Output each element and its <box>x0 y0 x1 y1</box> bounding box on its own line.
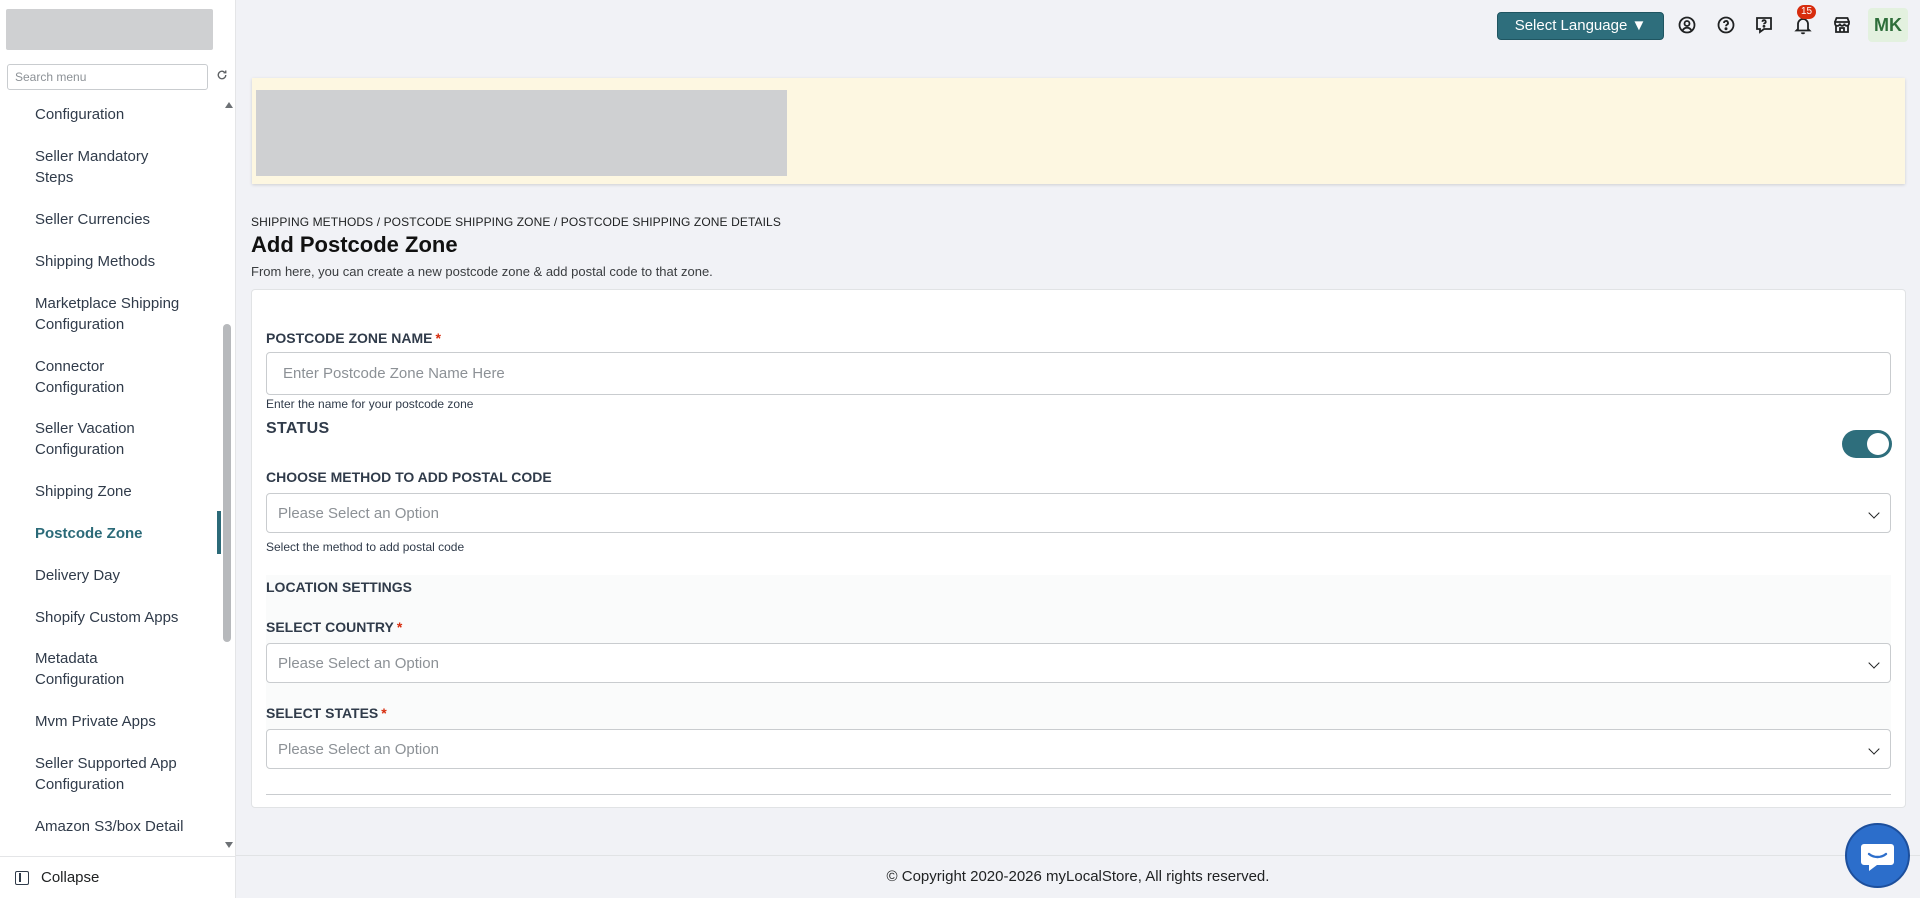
zone-name-label: POSTCODE ZONE NAME * <box>266 330 441 346</box>
required-marker: * <box>396 619 403 635</box>
chevron-down-icon <box>1868 657 1880 669</box>
collapse-label: Collapse <box>41 869 100 886</box>
sidebar-item-configuration[interactable]: Configuration <box>35 104 185 125</box>
page-title: Add Postcode Zone <box>251 232 458 257</box>
sidebar-scrollbar[interactable] <box>222 98 233 848</box>
collapse-button[interactable]: Collapse <box>0 856 236 898</box>
sidebar: Configuration Seller Mandatory Steps Sel… <box>0 0 236 898</box>
store-icon[interactable] <box>1830 13 1854 37</box>
country-label: SELECT COUNTRY * <box>266 619 402 635</box>
sidebar-item-mvm-private-apps[interactable]: Mvm Private Apps <box>35 711 185 732</box>
sidebar-item-shipping-methods[interactable]: Shipping Methods <box>35 251 185 272</box>
sidebar-item-seller-currencies[interactable]: Seller Currencies <box>35 209 185 230</box>
country-select[interactable]: Please Select an Option <box>266 643 1891 683</box>
page-subtitle: From here, you can create a new postcode… <box>251 264 713 279</box>
states-label-text: SELECT STATES <box>266 705 379 721</box>
search-menu-input[interactable] <box>7 64 208 90</box>
sidebar-item-postcode-zone[interactable]: Postcode Zone <box>35 523 185 544</box>
logo-placeholder <box>6 9 213 50</box>
announcement-banner <box>252 78 1905 184</box>
scrollbar-thumb[interactable] <box>223 324 231 642</box>
chat-button[interactable] <box>1845 823 1910 888</box>
method-select-placeholder: Please Select an Option <box>278 505 439 522</box>
sidebar-item-connector-configuration[interactable]: Connector Configuration <box>35 356 185 398</box>
country-select-placeholder: Please Select an Option <box>278 655 439 672</box>
avatar[interactable]: MK <box>1868 8 1908 42</box>
status-label: STATUS <box>266 420 330 437</box>
states-label: SELECT STATES * <box>266 705 387 721</box>
toggle-knob <box>1867 433 1889 455</box>
zone-name-label-text: POSTCODE ZONE NAME <box>266 330 433 346</box>
sidebar-item-seller-supported-app-configuration[interactable]: Seller Supported App Configuration <box>35 753 185 795</box>
postal-code-method-select[interactable]: Please Select an Option <box>266 493 1891 533</box>
scroll-down-arrow-icon[interactable] <box>225 842 233 848</box>
sidebar-item-amazon-s3-box-detail[interactable]: Amazon S3/box Detail <box>35 816 185 837</box>
country-label-text: SELECT COUNTRY <box>266 619 394 635</box>
select-language-button[interactable]: Select Language ▼ <box>1497 12 1664 40</box>
divider <box>266 794 1891 795</box>
location-settings-title: LOCATION SETTINGS <box>266 579 412 595</box>
states-select-placeholder: Please Select an Option <box>278 741 439 758</box>
chat-icon <box>1861 844 1894 871</box>
postcode-zone-name-input[interactable] <box>266 352 1891 395</box>
sidebar-item-delivery-day[interactable]: Delivery Day <box>35 565 185 586</box>
zone-name-help: Enter the name for your postcode zone <box>266 397 474 411</box>
sidebar-item-metadata-configuration[interactable]: Metadata Configuration <box>35 648 185 690</box>
user-circle-icon[interactable] <box>1675 13 1699 37</box>
feedback-icon[interactable] <box>1752 13 1776 37</box>
sidebar-item-marketplace-shipping-configuration[interactable]: Marketplace Shipping Configuration <box>35 293 185 335</box>
chevron-down-icon <box>1868 743 1880 755</box>
active-item-indicator <box>217 511 221 554</box>
notification-badge: 15 <box>1797 5 1816 19</box>
sidebar-item-seller-vacation-configuration[interactable]: Seller Vacation Configuration <box>35 418 185 460</box>
help-icon[interactable] <box>1714 13 1738 37</box>
footer-copyright: © Copyright 2020-2026 myLocalStore, All … <box>236 855 1920 898</box>
sidebar-collapse-icon <box>15 870 29 885</box>
banner-image-placeholder <box>256 90 787 176</box>
chevron-down-icon <box>1868 507 1880 519</box>
postcode-zone-form-card: POSTCODE ZONE NAME* Enter the name for y… <box>251 289 1906 808</box>
method-label: CHOOSE METHOD TO ADD POSTAL CODE <box>266 469 552 485</box>
sidebar-item-seller-mandatory-steps[interactable]: Seller Mandatory Steps <box>35 146 185 188</box>
status-toggle[interactable] <box>1842 430 1892 458</box>
scroll-up-arrow-icon[interactable] <box>225 102 233 108</box>
sidebar-item-shipping-zone[interactable]: Shipping Zone <box>35 481 185 502</box>
required-marker: * <box>381 705 387 721</box>
states-select[interactable]: Please Select an Option <box>266 729 1891 769</box>
breadcrumb: SHIPPING METHODS / POSTCODE SHIPPING ZON… <box>251 215 781 229</box>
required-marker: * <box>435 330 441 346</box>
refresh-icon[interactable] <box>214 69 230 85</box>
sidebar-item-shopify-custom-apps[interactable]: Shopify Custom Apps <box>35 607 185 628</box>
sidebar-menu: Configuration Seller Mandatory Steps Sel… <box>0 98 236 846</box>
method-help: Select the method to add postal code <box>266 540 465 554</box>
